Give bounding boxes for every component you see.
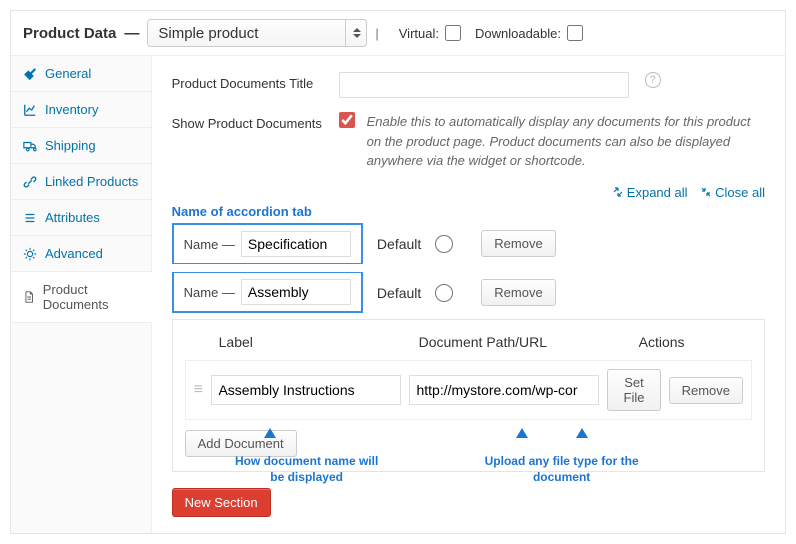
virtual-checkbox[interactable] <box>445 25 461 41</box>
tab-advanced[interactable]: Advanced <box>11 236 151 271</box>
document-label-input[interactable] <box>211 375 401 405</box>
panel-body: General Inventory Shipping Linked Produc… <box>11 56 785 533</box>
col-path-header: Document Path/URL <box>419 334 639 350</box>
downloadable-label: Downloadable: <box>475 26 561 41</box>
tab-inventory[interactable]: Inventory <box>11 92 151 127</box>
expand-collapse-row: Expand all Close all <box>172 185 765 201</box>
product-type-select-wrap: Simple product <box>147 19 367 47</box>
title-input[interactable] <box>339 72 629 98</box>
tab-attributes[interactable]: Attributes <box>11 200 151 235</box>
show-description: Enable this to automatically display any… <box>367 112 765 171</box>
callout-document-name: How document name will be displayed <box>232 454 382 485</box>
add-document-button[interactable]: Add Document <box>185 430 297 457</box>
truck-icon <box>23 139 37 153</box>
col-actions-header: Actions <box>639 334 685 350</box>
name-prefix: Name — <box>184 237 235 252</box>
name-prefix: Name — <box>184 285 235 300</box>
help-icon[interactable]: ? <box>645 72 661 88</box>
arrow-icon <box>572 428 592 454</box>
wrench-icon <box>23 67 37 81</box>
tab-shipping[interactable]: Shipping <box>11 128 151 163</box>
tab-linked-products[interactable]: Linked Products <box>11 164 151 199</box>
remove-section-button-1[interactable]: Remove <box>481 230 555 257</box>
accordion-name-box-1: Name — <box>172 223 363 264</box>
product-data-panel: Product Data — Simple product | Virtual:… <box>10 10 786 534</box>
col-label-header: Label <box>219 334 419 350</box>
panel-header: Product Data — Simple product | Virtual:… <box>11 11 785 56</box>
accordion-row-1: Name — Default Remove <box>172 223 765 264</box>
tabs-sidebar: General Inventory Shipping Linked Produc… <box>11 56 152 533</box>
panel-title: Product Data <box>23 25 116 42</box>
content-area: Product Documents Title ? Show Product D… <box>152 56 785 533</box>
expand-all-link[interactable]: Expand all <box>613 185 688 200</box>
row-show-documents: Show Product Documents Enable this to au… <box>172 112 765 171</box>
title-label: Product Documents Title <box>172 72 327 91</box>
default-radio-1[interactable] <box>435 235 453 253</box>
row-title: Product Documents Title ? <box>172 72 765 98</box>
set-file-button[interactable]: Set File <box>607 369 660 411</box>
arrow-icon <box>512 428 532 454</box>
remove-document-button[interactable]: Remove <box>669 377 743 404</box>
header-options: Virtual: Downloadable: <box>399 25 583 41</box>
new-section-button[interactable]: New Section <box>172 488 271 517</box>
default-radio-2[interactable] <box>435 284 453 302</box>
default-label-1: Default <box>377 236 421 252</box>
default-label-2: Default <box>377 285 421 301</box>
remove-section-button-2[interactable]: Remove <box>481 279 555 306</box>
tab-general[interactable]: General <box>11 56 151 91</box>
expand-icon <box>613 187 623 197</box>
close-all-link[interactable]: Close all <box>701 185 765 200</box>
dash: — <box>124 25 139 42</box>
drag-handle-icon[interactable]: ≡ <box>194 381 204 399</box>
product-type-select[interactable]: Simple product <box>147 19 367 47</box>
list-icon <box>23 211 37 225</box>
document-icon <box>23 290 35 304</box>
accordion-annotation: Name of accordion tab <box>172 204 765 219</box>
tab-product-documents[interactable]: Product Documents <box>11 272 151 322</box>
collapse-icon <box>701 187 711 197</box>
link-icon <box>23 175 37 189</box>
gear-icon <box>23 247 37 261</box>
accordion-name-box-2: Name — <box>172 272 363 313</box>
documents-table-header: Label Document Path/URL Actions <box>185 330 752 360</box>
document-path-input[interactable] <box>409 375 599 405</box>
downloadable-checkbox[interactable] <box>567 25 583 41</box>
show-label: Show Product Documents <box>172 112 327 131</box>
chart-icon <box>23 103 37 117</box>
accordion-name-input-1[interactable] <box>241 231 351 257</box>
accordion-row-2: Name — Default Remove <box>172 272 765 313</box>
arrow-icon <box>260 428 280 454</box>
callout-upload: Upload any file type for the document <box>482 454 642 485</box>
show-documents-checkbox[interactable] <box>339 112 355 128</box>
virtual-label: Virtual: <box>399 26 439 41</box>
accordion-name-input-2[interactable] <box>241 279 351 305</box>
document-row: ≡ Set File Remove <box>185 360 752 420</box>
